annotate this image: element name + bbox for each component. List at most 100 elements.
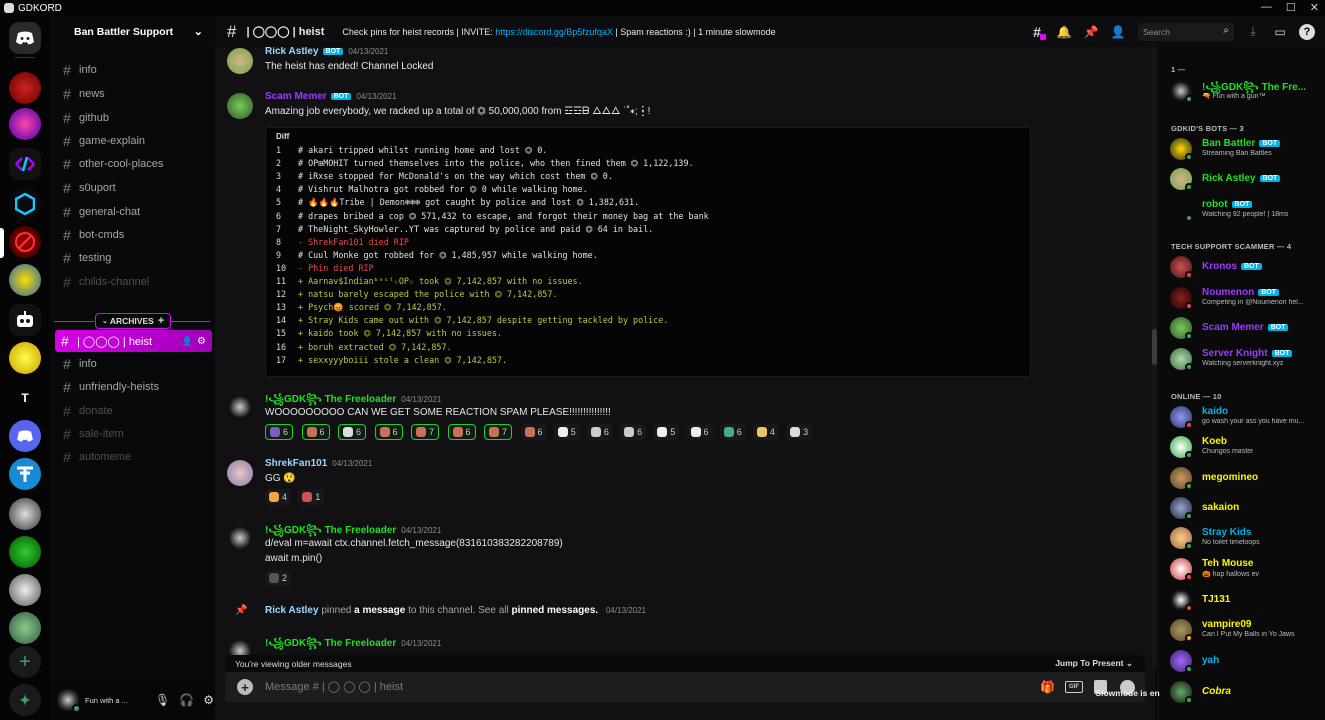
channel-heist-active[interactable]: # | ◯◯◯ | heist 👤 ⚙ [55,330,212,352]
add-channel-icon[interactable]: + [158,315,164,327]
server-icon-discord[interactable] [9,420,41,452]
reaction-button[interactable]: 6 [374,424,403,440]
search-box[interactable]: Search ⌕ [1138,22,1234,41]
member-list-icon[interactable]: 👤 [1110,24,1126,40]
jump-to-present-button[interactable]: Jump To Present ⌄ [1055,658,1133,669]
avatar[interactable] [227,525,253,551]
server-icon-hex[interactable] [9,188,41,220]
invite-link[interactable]: https://discord.gg/Bp5fzufqaX [495,27,613,37]
member-item[interactable]: !꧁GDK꧂ The Fre... 🔫 Fun with a gun™ [1168,78,1318,104]
reaction-button[interactable]: 6 [338,424,367,440]
reaction-button[interactable]: 6 [686,424,713,440]
reaction-button[interactable]: 1 [298,489,325,505]
reaction-button[interactable]: 4 [265,489,292,505]
server-icon-ban-battler[interactable] [9,226,41,258]
member-item[interactable]: Kronos BOT [1168,254,1318,280]
server-icon-yellow[interactable] [9,264,41,296]
channel-testing[interactable]: # testing [60,248,210,268]
scrollbar-thumb[interactable] [1152,329,1157,365]
channel-news[interactable]: # news [60,84,210,104]
channel-github[interactable]: # github [60,108,210,128]
reaction-button[interactable]: 6 [447,424,476,440]
reaction-button[interactable]: 6 [520,424,547,440]
reaction-button[interactable]: 3 [786,424,813,440]
avatar[interactable] [227,48,253,74]
channel-sale-item[interactable]: # sale-item [60,424,210,444]
user-avatar[interactable] [57,689,81,713]
inbox-icon[interactable]: ▭ [1272,24,1288,40]
channel-bot-cmds[interactable]: # bot-cmds [60,225,210,245]
member-item[interactable]: Ban Battler BOT Streaming Ban Battles [1168,136,1318,162]
reaction-button[interactable]: 6 [265,424,294,440]
server-icon-sponge[interactable] [9,342,41,374]
channel-donate[interactable]: # donate [60,401,210,421]
help-icon[interactable]: ? [1299,23,1315,40]
member-item[interactable]: Teh Mouse 🎃 hap hallows ev [1168,556,1318,582]
member-item[interactable]: Server Knight BOT Watching serverknight.xy… [1168,346,1318,372]
reaction-button[interactable]: 4 [752,424,779,440]
server-header[interactable]: Ban Battler Support ⌄ [50,16,215,47]
avatar[interactable] [227,638,253,656]
avatar[interactable] [227,460,253,486]
message-author[interactable]: Scam Memer BOT 04/13/2021 [265,91,397,102]
reaction-button[interactable]: 5 [553,424,580,440]
member-item[interactable]: Rick Astley BOT [1168,166,1318,192]
download-icon[interactable]: ⤓ [1245,24,1261,40]
server-icon-disc[interactable] [9,574,41,606]
home-discord-icon[interactable] [9,22,41,54]
server-icon-tt[interactable] [9,458,41,490]
channel-game-explain[interactable]: # game-explain [60,131,210,151]
server-icon-lion[interactable] [9,498,41,530]
minimize-button[interactable]: — [1261,1,1272,14]
member-item[interactable]: Stray Kids No toilet timeloops [1168,525,1318,551]
pinned-messages-icon[interactable]: 📌 [1083,24,1099,40]
reaction-button[interactable]: 7 [484,424,513,440]
member-item[interactable]: Noumenon BOT Competing in @Noumenon hel... [1168,285,1318,311]
microphone-icon[interactable]: 🎙 [155,693,170,707]
reaction-button[interactable]: 6 [586,424,613,440]
member-item[interactable]: Scam Memer BOT [1168,315,1318,341]
channel-childs-channel[interactable]: # childs-channel [60,272,210,292]
server-icon-red[interactable] [9,72,41,104]
channel-info[interactable]: # info [60,60,210,80]
notification-bell-icon[interactable]: 🔔 [1056,24,1072,40]
maximize-button[interactable]: ☐ [1286,1,1296,14]
close-button[interactable]: ✕ [1310,1,1319,14]
channel-automeme[interactable]: # automeme [60,447,210,467]
member-item[interactable]: TJ131 [1168,587,1318,613]
server-icon-green[interactable] [9,536,41,568]
channel-s0uport[interactable]: # s0uport [60,178,210,198]
server-icon-code[interactable] [9,148,41,180]
member-item[interactable]: sakaion [1168,495,1318,521]
threads-icon[interactable]: # [1029,24,1046,40]
reaction-button[interactable]: 2 [265,570,292,586]
channel-info[interactable]: # info [60,354,210,374]
reaction-button[interactable]: 6 [301,424,330,440]
member-item[interactable]: robot BOT Watching 92 people! | 18ms [1168,197,1318,223]
message-author[interactable]: Rick Astley BOT 04/13/2021 [265,46,388,57]
reaction-button[interactable]: 6 [719,424,746,440]
channel-other-cool-places[interactable]: # other-cool-places [60,154,210,174]
server-icon-pepe[interactable] [9,612,41,644]
invite-icon[interactable]: 👤 [182,336,193,347]
message-author[interactable]: !꧁GDK꧂ The Freeloader 04/13/2021 [265,636,441,656]
channel-unfriendly-heists[interactable]: # unfriendly-heists [60,377,210,397]
robot-server-icon[interactable] [9,304,41,336]
chat-scrollbar[interactable] [1152,47,1157,667]
add-server-icon[interactable]: + [9,646,41,678]
avatar[interactable] [227,93,253,119]
add-attachment-icon[interactable]: + [237,679,253,695]
message-author[interactable]: ShrekFan101 04/13/2021 [265,458,372,469]
reaction-button[interactable]: 6 [620,424,647,440]
pinned-messages-link[interactable]: pinned messages. [511,605,598,616]
user-settings-gear-icon[interactable]: ⚙ [203,693,214,707]
reaction-button[interactable]: 7 [411,424,440,440]
member-item[interactable]: vampire09 Can I Put My Balls in Yo Jaws [1168,617,1318,643]
settings-gear-icon[interactable]: ⚙ [197,336,206,347]
server-icon-pink[interactable] [9,108,41,140]
pinned-message-link[interactable]: a message [354,605,405,616]
gift-icon[interactable]: 🎁 [1040,680,1055,694]
message-input[interactable] [265,681,965,693]
explore-compass-icon[interactable]: ✦ [9,684,41,716]
channel-general-chat[interactable]: # general-chat [60,202,210,222]
